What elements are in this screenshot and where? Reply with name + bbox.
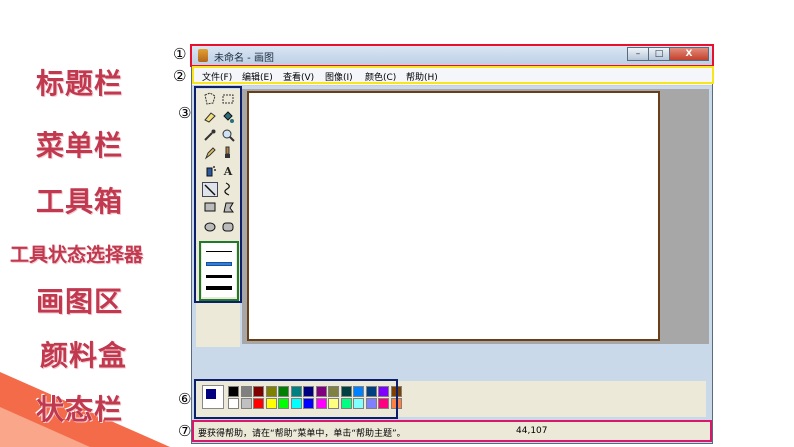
- highlight-menu-bar: [192, 66, 714, 84]
- number-1: ①: [173, 45, 187, 63]
- label-toolbox: 工具箱: [36, 185, 124, 218]
- label-menu-bar: 菜单栏: [36, 129, 124, 162]
- highlight-tool-state: [199, 241, 239, 301]
- highlight-title-bar: [190, 44, 714, 67]
- number-3: ③: [178, 104, 192, 122]
- highlight-status-bar: [192, 420, 712, 442]
- number-6: ⑥: [178, 390, 192, 408]
- label-status-bar: 状态栏: [36, 393, 124, 426]
- label-drawing-area: 画图区: [36, 285, 124, 318]
- drawing-canvas[interactable]: [247, 91, 660, 341]
- label-title-bar: 标题栏: [36, 67, 124, 100]
- label-color-box: 颜料盒: [40, 339, 128, 372]
- label-tool-state-selector: 工具状态选择器: [10, 244, 144, 266]
- highlight-palette: [194, 379, 398, 419]
- number-7: ⑦: [178, 422, 192, 440]
- canvas-area: [242, 89, 709, 344]
- number-2: ②: [173, 67, 187, 85]
